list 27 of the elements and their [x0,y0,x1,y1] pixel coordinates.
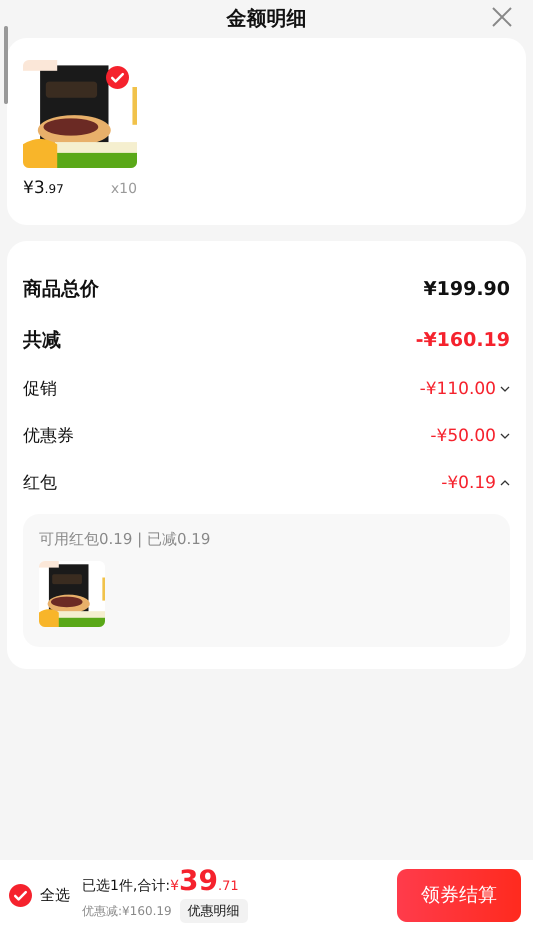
dialog-title: 金额明细 [226,4,306,32]
bonus-note: 可用红包0.19 | 已减0.19 [39,530,212,549]
chevron-down-icon[interactable] [500,432,510,440]
summary-amount: -¥0.19 [441,472,496,492]
item-price: ¥3.97 [23,178,64,198]
summary-amount: -¥50.00 [430,426,496,446]
summary-label: 促销 [23,378,57,400]
discount-text: 优惠减:¥160.19 [82,902,172,920]
summary-label: 优惠券 [23,425,74,447]
chevron-up-icon[interactable] [500,478,510,486]
select-all-checkbox[interactable] [9,884,32,906]
total-price: ¥39.71 [170,867,239,895]
summary-amount: -¥110.00 [420,378,496,398]
summary-amount: ¥199.90 [423,278,510,300]
selected-count: 已选1件,合计: [82,877,170,895]
item-quantity: x10 [110,181,137,197]
close-icon[interactable] [491,6,513,28]
select-all-label[interactable]: 全选 [40,886,70,904]
discount-details-button[interactable]: 优惠明细 [180,899,248,923]
summary-label: 共减 [23,328,61,352]
checkout-button[interactable]: 领券结算 [397,868,521,922]
summary-label: 商品总价 [23,276,99,302]
chevron-down-icon[interactable] [500,384,510,392]
item-checkbox[interactable] [106,66,129,89]
summary-label: 红包 [23,472,57,494]
scrollbar[interactable] [4,26,8,104]
summary-amount: -¥160.19 [416,328,510,350]
